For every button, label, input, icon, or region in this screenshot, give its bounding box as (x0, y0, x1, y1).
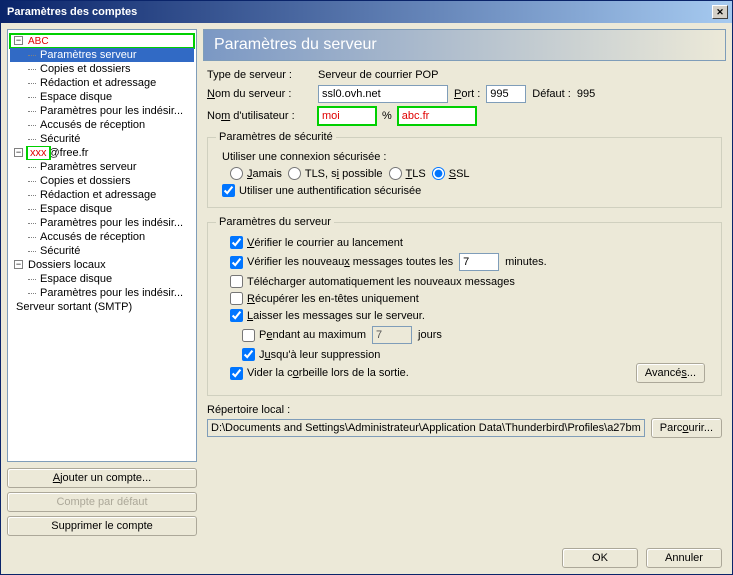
until-delete-checkbox[interactable]: Jusqu'à leur suppression (242, 348, 380, 361)
advanced-button[interactable]: Avancés... (636, 363, 705, 383)
server-type-value: Serveur de courrier POP (318, 69, 438, 81)
username-sep: % (382, 110, 392, 122)
tree-copies-2[interactable]: Copies et dossiers (10, 174, 194, 188)
add-account-button[interactable]: AAjouter un compte...jouter un compte... (7, 468, 197, 488)
username-label: Nom d'utilisateur : (207, 110, 312, 122)
pending-checkbox[interactable]: Pendant au maximum (242, 329, 366, 342)
account-abc[interactable]: −ABC (10, 34, 194, 48)
tree-accuses-2[interactable]: Accusés de réception (10, 230, 194, 244)
tree-redaction-2[interactable]: Rédaction et adressage (10, 188, 194, 202)
tree-securite[interactable]: Sécurité (10, 132, 194, 146)
check-new-checkbox[interactable]: Vérifier les nouveaux messages toutes le… (230, 256, 453, 269)
port-label: Port : (454, 88, 480, 100)
tree-espace-local[interactable]: Espace disque (10, 272, 194, 286)
use-secure-label: Utiliser une connexion sécurisée : (216, 149, 713, 165)
server-type-label: Type de serveur : (207, 69, 312, 81)
tree-copies[interactable]: Copies et dossiers (10, 62, 194, 76)
smtp-item[interactable]: Serveur sortant (SMTP) (10, 300, 194, 314)
headers-checkbox[interactable]: Récupérer les en-têtes uniquement (230, 292, 419, 305)
username-domain-input[interactable] (398, 107, 476, 125)
tree-espace[interactable]: Espace disque (10, 90, 194, 104)
tree-junk-2[interactable]: Paramètres pour les indésir... (10, 216, 194, 230)
delete-account-button[interactable]: Supprimer le compte (7, 516, 197, 536)
leave-checkbox[interactable]: Laisser les messages sur le serveur. (230, 309, 425, 322)
local-path-input (207, 419, 645, 437)
check-launch-checkbox[interactable]: Vérifier le courrier au lancement (230, 236, 403, 249)
server-name-label: Nom du serveur : (207, 88, 312, 100)
cancel-button[interactable]: Annuler (646, 548, 722, 568)
radio-ssl[interactable]: SSL (432, 167, 470, 180)
radio-never[interactable]: Jamais (230, 167, 282, 180)
server-name-input[interactable] (318, 85, 448, 103)
default-account-button: Compte par défaut (7, 492, 197, 512)
days-label: jours (418, 329, 442, 341)
tree-espace-2[interactable]: Espace disque (10, 202, 194, 216)
browse-button[interactable]: Parcourir... (651, 418, 722, 438)
titlebar: Paramètres des comptes ✕ (1, 1, 732, 23)
tree-params-serveur-2[interactable]: Paramètres serveur (10, 160, 194, 174)
tree-accuses[interactable]: Accusés de réception (10, 118, 194, 132)
port-input[interactable] (486, 85, 526, 103)
local-dir-label: Répertoire local : (203, 400, 726, 416)
default-port-label: Défaut : (532, 88, 571, 100)
secure-auth-checkbox[interactable]: Utiliser une authentification sécurisée (222, 184, 421, 197)
minutes-label: minutes. (505, 256, 547, 268)
tree-securite-2[interactable]: Sécurité (10, 244, 194, 258)
download-checkbox[interactable]: Télécharger automatiquement les nouveaux… (230, 275, 515, 288)
server-fieldset: Paramètres du serveur Vérifier le courri… (207, 216, 722, 396)
tree-redaction[interactable]: Rédaction et adressage (10, 76, 194, 90)
check-interval-input[interactable] (459, 253, 499, 271)
pending-days-input (372, 326, 412, 344)
tree-params-serveur[interactable]: Paramètres serveur (10, 48, 194, 62)
security-fieldset: Paramètres de sécurité Utiliser une conn… (207, 131, 722, 208)
window-title: Paramètres des comptes (7, 6, 712, 18)
ok-button[interactable]: OK (562, 548, 638, 568)
tree-junk-local[interactable]: Paramètres pour les indésir... (10, 286, 194, 300)
empty-trash-checkbox[interactable]: Vider la corbeille lors de la sortie. (230, 367, 409, 380)
server-legend: Paramètres du serveur (216, 216, 334, 228)
tree-junk[interactable]: Paramètres pour les indésir... (10, 104, 194, 118)
default-port-value: 995 (577, 88, 595, 100)
local-folders[interactable]: −Dossiers locaux (10, 258, 194, 272)
account-tree[interactable]: −ABC Paramètres serveur Copies et dossie… (7, 29, 197, 462)
security-legend: Paramètres de sécurité (216, 131, 336, 143)
radio-tls-if[interactable]: TLS, si possible (288, 167, 383, 180)
close-icon[interactable]: ✕ (712, 5, 728, 19)
page-title: Paramètres du serveur (203, 29, 726, 61)
radio-tls[interactable]: TLS (389, 167, 426, 180)
account-free[interactable]: −xxx@free.fr (10, 146, 194, 160)
username-input[interactable] (318, 107, 376, 125)
